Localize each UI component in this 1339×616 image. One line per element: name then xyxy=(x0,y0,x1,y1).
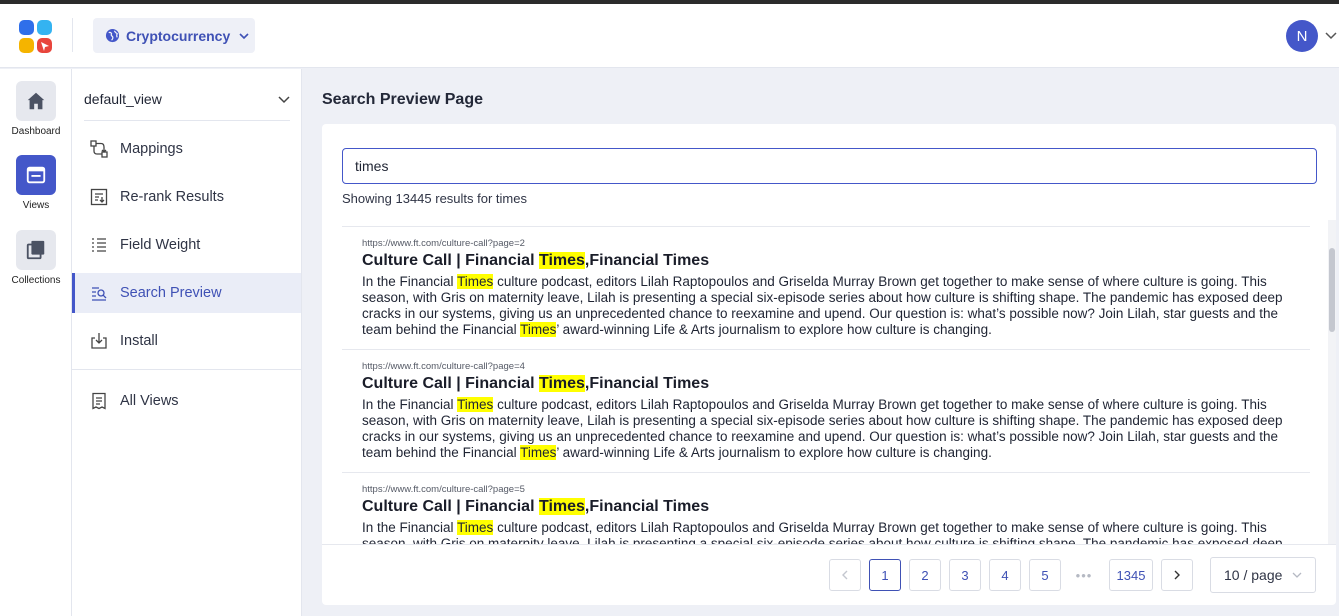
pagination-divider xyxy=(322,544,1336,545)
install-icon xyxy=(91,333,107,349)
sidebar-item-label: Field Weight xyxy=(120,237,201,253)
chevron-down-icon xyxy=(1292,572,1302,578)
globe-icon xyxy=(105,28,120,43)
rail-button-dashboard[interactable] xyxy=(16,81,56,121)
result-snippet: In the Financial Times culture podcast, … xyxy=(362,520,1283,544)
chevron-left-icon xyxy=(842,570,848,580)
result-title[interactable]: Culture Call | Financial Times,Financial… xyxy=(362,251,1290,271)
project-selector[interactable]: Cryptocurrency xyxy=(93,18,255,53)
prev-page-button[interactable] xyxy=(829,559,861,591)
rail-label: Collections xyxy=(11,275,61,286)
sidebar-item-install[interactable]: Install xyxy=(72,321,301,361)
result-snippet: In the Financial Times culture podcast, … xyxy=(362,397,1283,460)
search-preview-icon xyxy=(92,287,107,301)
views-icon xyxy=(26,166,46,184)
next-page-button[interactable] xyxy=(1161,559,1193,591)
page-title: Search Preview Page xyxy=(322,91,483,108)
sidebar-item-field-weight[interactable]: Field Weight xyxy=(72,225,301,265)
result-title[interactable]: Culture Call | Financial Times,Financial… xyxy=(362,374,1290,394)
page-size-value: 10 / page xyxy=(1224,567,1283,583)
page-3-button[interactable]: 3 xyxy=(949,559,981,591)
sidebar-divider xyxy=(84,120,290,121)
collections-icon xyxy=(26,240,45,260)
results-list[interactable]: https://www.ft.com/culture-call?page=2 C… xyxy=(342,226,1310,544)
icon-rail: Dashboard Views Collections xyxy=(0,69,72,616)
project-name: Cryptocurrency xyxy=(126,27,231,44)
chevron-down-icon xyxy=(239,32,249,39)
sidebar-item-mappings[interactable]: Mappings xyxy=(72,129,301,169)
result-snippet: In the Financial Times culture podcast, … xyxy=(362,274,1283,337)
field-weight-icon xyxy=(92,238,106,252)
rerank-icon xyxy=(90,188,108,206)
result-title[interactable]: Culture Call | Financial Times,Financial… xyxy=(362,497,1290,517)
page-1-button[interactable]: 1 xyxy=(869,559,901,591)
list-item[interactable]: https://www.ft.com/culture-call?page=5 C… xyxy=(342,473,1310,544)
search-input[interactable] xyxy=(342,148,1317,184)
view-selector[interactable]: default_view xyxy=(84,79,292,119)
rail-item-collections[interactable]: Collections xyxy=(0,230,72,286)
scrollbar-thumb[interactable] xyxy=(1329,248,1335,332)
sidebar-item-label: All Views xyxy=(120,393,179,409)
user-avatar[interactable]: N xyxy=(1286,20,1318,52)
sidebar-item-rerank-results[interactable]: Re-rank Results xyxy=(72,177,301,217)
sidebar-item-search-preview[interactable]: Search Preview xyxy=(72,273,301,313)
rail-item-dashboard[interactable]: Dashboard xyxy=(0,81,72,137)
page-5-button[interactable]: 5 xyxy=(1029,559,1061,591)
page-size-select[interactable]: 10 / page xyxy=(1210,557,1316,593)
result-url[interactable]: https://www.ft.com/culture-call?page=4 xyxy=(362,360,1290,373)
results-scrollbar[interactable] xyxy=(1328,220,1336,544)
chevron-right-icon xyxy=(1174,570,1180,580)
sidebar-item-label: Mappings xyxy=(120,141,183,157)
last-page-button[interactable]: 1345 xyxy=(1109,559,1153,591)
sidebar-item-label: Install xyxy=(120,333,158,349)
sidebar-divider xyxy=(72,369,302,370)
view-selector-value: default_view xyxy=(84,91,162,107)
home-icon xyxy=(27,92,45,110)
result-url[interactable]: https://www.ft.com/culture-call?page=2 xyxy=(362,237,1290,250)
view-sidebar: default_view Mappings Re-rank Results Fi… xyxy=(72,69,302,616)
result-url[interactable]: https://www.ft.com/culture-call?page=5 xyxy=(362,483,1290,496)
search-preview-card: Showing 13445 results for times https://… xyxy=(322,124,1336,605)
user-menu-chevron-icon[interactable] xyxy=(1324,31,1338,41)
rail-label: Dashboard xyxy=(11,126,61,137)
sidebar-item-all-views[interactable]: All Views xyxy=(72,381,301,421)
page-jump-ellipsis[interactable]: ••• xyxy=(1069,559,1099,591)
app-logo xyxy=(19,20,52,53)
page-2-button[interactable]: 2 xyxy=(909,559,941,591)
list-item[interactable]: https://www.ft.com/culture-call?page=2 C… xyxy=(342,227,1310,350)
list-item[interactable]: https://www.ft.com/culture-call?page=4 C… xyxy=(342,350,1310,473)
all-views-icon xyxy=(92,392,106,410)
rail-button-views[interactable] xyxy=(16,155,56,195)
sidebar-item-label: Search Preview xyxy=(120,285,222,301)
mappings-icon xyxy=(90,140,108,158)
sidebar-item-label: Re-rank Results xyxy=(120,189,224,205)
rail-label: Views xyxy=(22,200,50,211)
rail-item-views[interactable]: Views xyxy=(0,155,72,211)
rail-button-collections[interactable] xyxy=(16,230,56,270)
chevron-down-icon xyxy=(278,96,290,104)
results-count: Showing 13445 results for times xyxy=(342,191,527,206)
page-4-button[interactable]: 4 xyxy=(989,559,1021,591)
header-divider xyxy=(72,18,73,52)
app-header: Cryptocurrency N xyxy=(0,4,1339,68)
